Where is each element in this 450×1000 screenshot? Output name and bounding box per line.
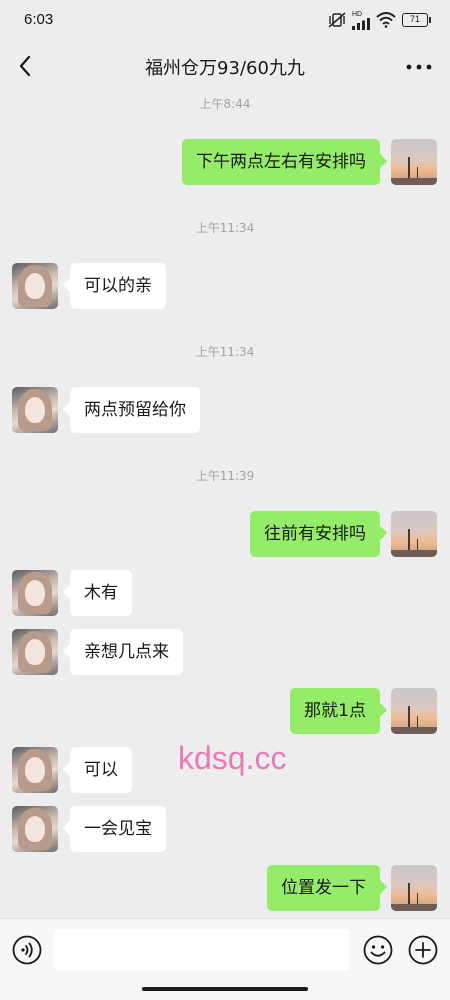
- emoji-icon[interactable]: [363, 935, 393, 965]
- wifi-icon: [376, 12, 396, 28]
- message-input[interactable]: [54, 929, 350, 971]
- signal-icon: [352, 17, 370, 30]
- signal-group: HD: [352, 11, 370, 30]
- received-message[interactable]: 木有: [70, 570, 132, 616]
- contact-avatar[interactable]: [12, 263, 58, 309]
- status-time: 6:03: [24, 11, 54, 28]
- chat-header: 福州仓万93/60九九: [0, 40, 450, 92]
- my-avatar[interactable]: [391, 865, 437, 911]
- received-message[interactable]: 可以: [70, 747, 132, 793]
- message-text: 木有: [84, 583, 118, 603]
- contact-avatar[interactable]: [12, 747, 58, 793]
- contact-avatar[interactable]: [12, 806, 58, 852]
- contact-avatar[interactable]: [12, 387, 58, 433]
- chevron-left-icon[interactable]: [14, 54, 38, 78]
- timestamp: 上午11:34: [195, 345, 255, 359]
- home-indicator[interactable]: [142, 987, 308, 991]
- contact-avatar[interactable]: [12, 570, 58, 616]
- chat-title: 福州仓万93/60九九: [145, 58, 305, 79]
- received-message[interactable]: 一会见宝: [70, 806, 166, 852]
- vibrate-off-icon: [328, 12, 346, 28]
- plus-icon[interactable]: [408, 935, 438, 965]
- watermark-text: kdsq.cc: [178, 740, 287, 776]
- status-bar: 6:03 HD 71: [0, 0, 450, 40]
- status-icons: HD 71: [328, 11, 431, 30]
- message-text: 下午两点左右有安排吗: [196, 152, 366, 172]
- message-list[interactable]: 上午8:44 下午两点左右有安排吗 上午11:34 可以的亲 上午11:34 两…: [0, 92, 450, 918]
- message-text: 亲想几点来: [84, 642, 169, 662]
- sent-message[interactable]: 往前有安排吗: [250, 511, 380, 557]
- more-dots-icon[interactable]: [406, 64, 432, 70]
- message-text: 往前有安排吗: [264, 524, 366, 544]
- hd-badge: HD: [352, 10, 363, 18]
- message-text: 那就1点: [304, 701, 366, 721]
- sent-message[interactable]: 位置发一下: [267, 865, 380, 911]
- timestamp: 上午11:34: [195, 221, 255, 235]
- message-text: 两点预留给你: [84, 400, 186, 420]
- sent-message[interactable]: 那就1点: [290, 688, 380, 734]
- message-text: 一会见宝: [84, 819, 152, 839]
- timestamp: 上午11:39: [195, 469, 255, 483]
- timestamp: 上午8:44: [199, 97, 251, 111]
- sent-message[interactable]: 下午两点左右有安排吗: [182, 139, 380, 185]
- contact-avatar[interactable]: [12, 629, 58, 675]
- message-text: 可以: [84, 760, 118, 780]
- voice-icon[interactable]: [12, 935, 42, 965]
- received-message[interactable]: 亲想几点来: [70, 629, 183, 675]
- received-message[interactable]: 可以的亲: [70, 263, 166, 309]
- message-text: 位置发一下: [281, 878, 366, 898]
- my-avatar[interactable]: [391, 139, 437, 185]
- message-text: 可以的亲: [84, 276, 152, 296]
- my-avatar[interactable]: [391, 511, 437, 557]
- received-message[interactable]: 两点预留给你: [70, 387, 200, 433]
- my-avatar[interactable]: [391, 688, 437, 734]
- battery-icon: 71: [402, 13, 431, 27]
